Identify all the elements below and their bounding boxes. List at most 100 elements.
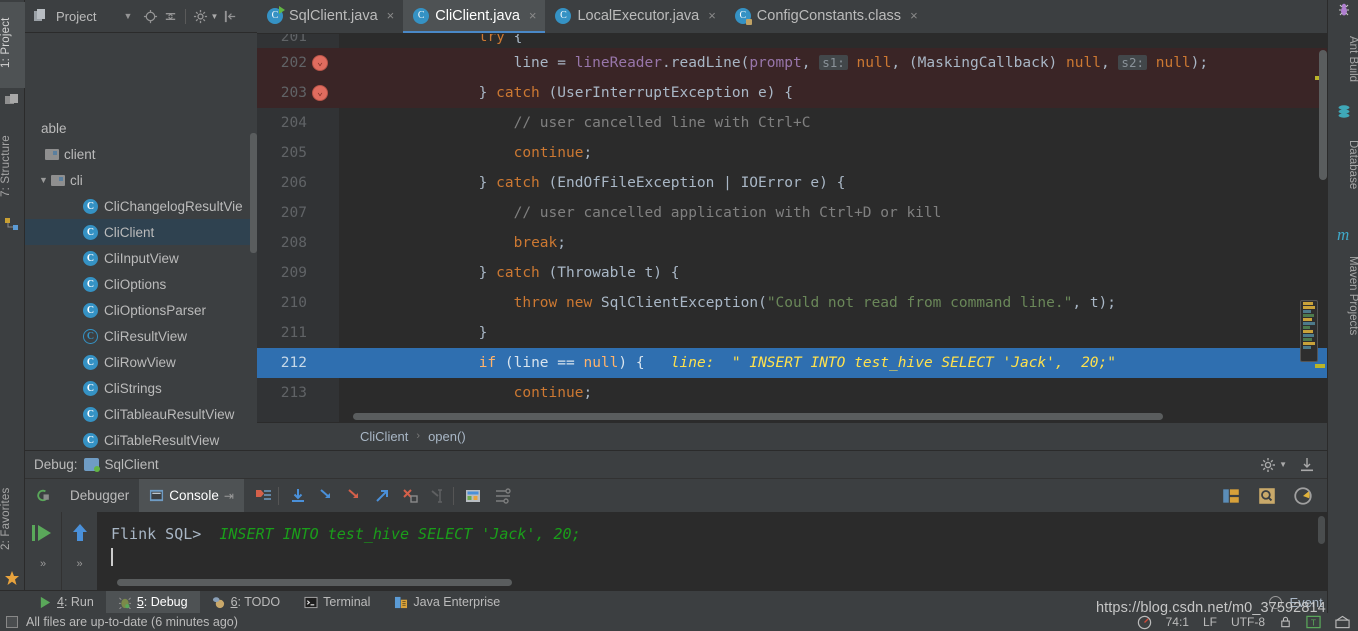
drop-frame-icon[interactable] [401,487,419,505]
tab-label: ConfigConstants.class [756,7,902,24]
pin-tab-icon[interactable]: ⇥ [224,489,234,503]
sidebar-item-maven-projects[interactable]: Maven Projects [1328,240,1358,352]
breakpoint-icon[interactable]: ⌄ [312,85,328,101]
close-icon[interactable]: × [910,8,918,23]
code-line[interactable]: 205 continue; [257,138,1327,168]
tree-row[interactable]: C CliTableResultView [25,427,257,450]
force-step-into-icon[interactable] [345,487,363,505]
caret-position[interactable]: 74:1 [1166,615,1189,629]
warning-marker-icon[interactable] [1315,364,1325,368]
close-icon[interactable]: × [708,8,716,23]
tree-row[interactable]: C CliInputView [25,245,257,271]
tab-configconstants-class[interactable]: C ConfigConstants.class × [725,0,927,33]
code-editor[interactable]: 201 try {202 ⌄ line = lineReader.readLine… [257,34,1327,422]
tree-row[interactable]: C CliOptions [25,271,257,297]
tree-twisty-icon[interactable]: ▼ [39,175,51,185]
tree-row[interactable]: ▼ cli [25,167,257,193]
editor-code-rows[interactable]: 201 try {202 ⌄ line = lineReader.readLine… [257,34,1327,408]
tool-window-todo[interactable]: 6: TODO [200,591,293,614]
inspect-icon[interactable] [1257,486,1277,506]
tab-console[interactable]: Console ⇥ [139,478,244,513]
layout-settings-icon[interactable] [1221,486,1241,506]
ide-icon[interactable] [1335,615,1350,629]
step-over-icon[interactable] [289,487,307,505]
resume-program-icon[interactable] [29,520,57,546]
code-line[interactable]: 202 ⌄ line = lineReader.readLine(prompt, … [257,48,1327,78]
code-line[interactable]: 203 ⌄ } catch (UserInterruptException e) … [257,78,1327,108]
lock-icon[interactable] [1279,615,1292,629]
code-line[interactable]: 213 continue; [257,378,1327,408]
line-separator[interactable]: LF [1203,615,1217,629]
gear-dropdown-arrow-icon[interactable]: ▼ [210,12,218,21]
project-tree-scrollbar[interactable] [250,133,257,253]
code-line[interactable]: 204 // user cancelled line with Ctrl+C [257,108,1327,138]
editor-horizontal-scrollbar[interactable] [353,413,1163,420]
tool-window-debug[interactable]: 5: Debug [105,590,200,614]
console-output[interactable]: Flink SQL> INSERT INTO test_hive SELECT … [97,512,1327,590]
sidebar-item-structure[interactable]: 7: Structure [0,118,25,214]
code-line[interactable]: 201 try { [257,34,1327,48]
tool-window-terminal[interactable]: Terminal [292,591,382,614]
sidebar-item-project[interactable]: 1: Project [0,2,25,88]
code-line[interactable]: 209 } catch (Throwable t) { [257,258,1327,288]
tree-row[interactable]: C CliChangelogResultVie [25,193,257,219]
hide-panel-icon[interactable] [223,9,238,24]
tree-row[interactable]: C CliResultView [25,323,257,349]
tool-window-run[interactable]: 4: Run [27,591,106,614]
sidebar-item-favorites[interactable]: 2: Favorites [0,470,25,568]
locate-icon[interactable] [143,9,158,24]
close-icon[interactable]: × [529,8,537,23]
close-icon[interactable]: × [387,8,395,23]
step-into-icon[interactable] [317,487,335,505]
evaluate-expression-icon[interactable] [464,487,482,505]
read-only-icon[interactable]: T [1306,615,1321,629]
code-line[interactable]: 211 } [257,318,1327,348]
rail-more-icon[interactable]: » [40,558,46,570]
tab-localexecutor-java[interactable]: C LocalExecutor.java × [545,0,724,33]
rail-more-icon[interactable]: » [76,558,82,570]
tree-row[interactable]: client [25,141,257,167]
show-execution-point-icon[interactable] [254,487,272,505]
memory-indicator-icon[interactable] [1137,615,1152,630]
breadcrumb-class[interactable]: CliClient [360,429,408,444]
tab-sqlclient-java[interactable]: C SqlClient.java × [257,0,403,33]
tree-row[interactable]: C CliRowView [25,349,257,375]
step-out-icon[interactable] [373,487,391,505]
code-line[interactable]: 210 throw new SqlClientException("Could … [257,288,1327,318]
chevron-down-icon[interactable]: ▼ [1279,460,1287,469]
breakpoint-icon[interactable]: ⌄ [312,55,328,71]
run-to-cursor-icon [431,488,442,503]
gear-icon[interactable] [193,9,208,24]
code-line[interactable]: 206 } catch (EndOfFileException | IOErro… [257,168,1327,198]
chevron-down-icon[interactable]: ▼ [123,9,138,24]
editor-minimap[interactable] [1300,300,1318,362]
tree-row[interactable]: C CliStrings [25,375,257,401]
code-line[interactable]: 212 if (line == null) { line: " INSERT I… [257,348,1327,378]
tree-row-selected[interactable]: C CliClient [25,219,257,245]
scroll-up-icon[interactable] [66,520,94,546]
collapse-all-icon[interactable] [163,9,178,24]
tree-row[interactable]: C CliOptionsParser [25,297,257,323]
editor-vertical-scrollbar[interactable] [1319,50,1327,180]
tab-debugger[interactable]: Debugger [60,479,139,513]
console-vertical-scrollbar[interactable] [1318,516,1325,544]
sidebar-item-ant-build[interactable]: Ant Build [1328,18,1358,100]
tab-cliclient-java[interactable]: C CliClient.java × [403,0,546,33]
tool-window-java-enterprise[interactable]: Java Enterprise [382,591,512,614]
breadcrumb-method[interactable]: open() [428,429,466,444]
tree-row[interactable]: C CliTableauResultView [25,401,257,427]
line-number: 205 [280,145,307,161]
code-line[interactable]: 208 break; [257,228,1327,258]
console-horizontal-scrollbar[interactable] [117,579,512,586]
settings-icon[interactable] [494,487,512,505]
project-tree[interactable]: able client ▼ cli C CliChangelogResultVi… [25,33,257,450]
status-checkbox-icon[interactable] [6,616,18,628]
tree-row[interactable]: able [25,115,257,141]
file-encoding[interactable]: UTF-8 [1231,615,1265,629]
rerun-icon[interactable] [35,487,52,504]
code-line[interactable]: 207 // user cancelled application with C… [257,198,1327,228]
hide-panel-icon[interactable] [1299,457,1315,473]
profiler-icon[interactable] [1293,486,1313,506]
sidebar-item-database[interactable]: Database [1328,120,1358,210]
gear-icon[interactable] [1260,457,1276,473]
